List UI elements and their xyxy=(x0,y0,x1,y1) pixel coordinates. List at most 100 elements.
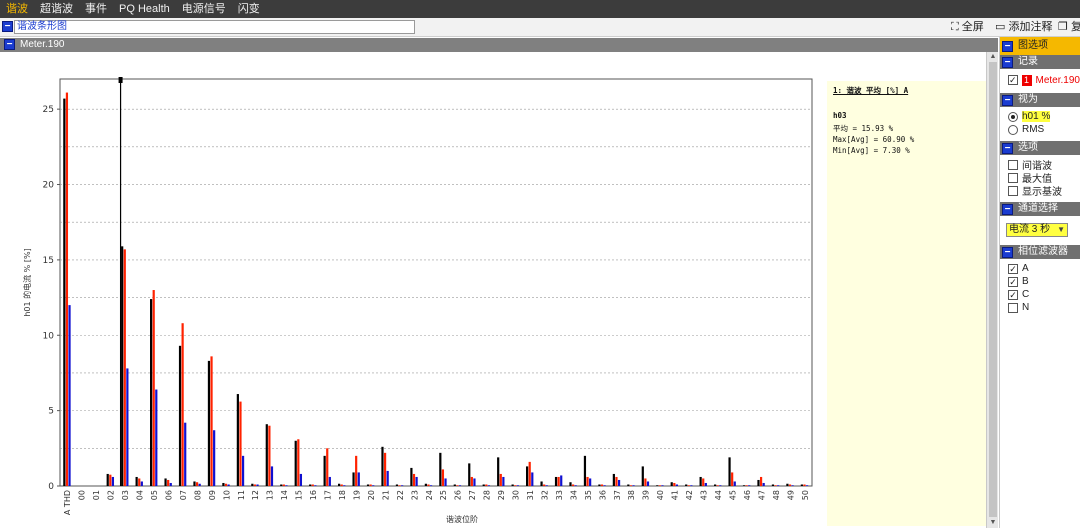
chart-title-input[interactable]: 谐波条形图 xyxy=(14,20,415,34)
bar-phase-c xyxy=(444,478,447,486)
bar-phase-b xyxy=(355,455,358,486)
bar-phase-c xyxy=(487,485,491,486)
bar-phase-c xyxy=(560,475,563,486)
bar-phase-b xyxy=(268,425,271,486)
phase-label: N xyxy=(1022,302,1030,313)
channel-section: 电流 3 秒 ▼ xyxy=(1000,216,1080,245)
phase-filter-n[interactable]: N xyxy=(1008,301,1080,314)
scroll-down-icon[interactable]: ▼ xyxy=(989,519,997,527)
bar-phase-b xyxy=(181,323,184,486)
bar-phase-b xyxy=(195,482,199,486)
bar-phase-a xyxy=(193,481,196,486)
bar-phase-c xyxy=(343,485,346,486)
phase-filter-a[interactable]: ✓ A xyxy=(1008,262,1080,275)
bar-phase-a xyxy=(309,484,312,486)
menu-item-3[interactable]: PQ Health xyxy=(113,0,176,18)
x-tick-label: 12 xyxy=(251,490,260,500)
bar-phase-c xyxy=(415,476,418,486)
phase-label: B xyxy=(1022,276,1029,287)
menu-item-1[interactable]: 超谐波 xyxy=(34,0,79,18)
phase-filter-b[interactable]: ✓ B xyxy=(1008,275,1080,288)
bar-phase-b xyxy=(702,478,705,486)
phase-filter-c[interactable]: ✓ C xyxy=(1008,288,1080,301)
info-min: Min[Avg] = 7.30 % xyxy=(833,146,910,155)
channel-section-header[interactable]: − 通道选择 xyxy=(1000,202,1080,216)
bar-phase-a xyxy=(583,455,587,486)
x-tick-label: 19 xyxy=(352,490,361,500)
x-tick-label: 48 xyxy=(772,490,781,500)
collapse-icon[interactable]: − xyxy=(1002,56,1013,68)
x-tick-label: 27 xyxy=(468,490,477,500)
harmonic-bar-chart[interactable]: 0510152025h01 的电流 % [%]谐波位阶A THD 00 01 02 03… xyxy=(0,52,826,528)
bar-phase-c xyxy=(357,472,360,486)
x-tick-label: 25 xyxy=(439,490,448,500)
x-tick-label: 50 xyxy=(801,490,810,500)
x-tick-label: 38 xyxy=(627,490,636,500)
bar-phase-b xyxy=(745,485,748,486)
view-section-header[interactable]: − 视为 xyxy=(1000,93,1080,107)
bar-phase-c xyxy=(299,473,303,486)
records-section-header[interactable]: − 记录 xyxy=(1000,55,1080,69)
bar-phase-b xyxy=(731,472,734,486)
x-tick-label: 03 xyxy=(121,490,130,500)
scrollbar-thumb[interactable] xyxy=(989,62,997,517)
vertical-scrollbar[interactable]: ▲ ▼ xyxy=(986,52,998,528)
view-option-h01[interactable]: h01 % xyxy=(1008,110,1080,123)
menu-item-5[interactable]: 闪变 xyxy=(232,0,266,18)
collapse-icon[interactable]: − xyxy=(1002,203,1013,215)
view-option-rms[interactable]: RMS xyxy=(1008,123,1080,136)
record-badge: 1 xyxy=(1021,74,1032,86)
x-tick-label: 15 xyxy=(295,490,304,500)
checkbox[interactable] xyxy=(1008,172,1018,183)
bar-phase-a xyxy=(598,484,601,486)
collapse-icon[interactable]: − xyxy=(1002,142,1013,154)
x-tick-label: 28 xyxy=(483,490,492,500)
x-tick-label: 26 xyxy=(454,490,463,500)
radio-h01[interactable] xyxy=(1008,111,1018,122)
checkbox[interactable]: ✓ xyxy=(1008,276,1018,287)
collapse-icon[interactable]: − xyxy=(1002,40,1013,52)
collapse-icon[interactable]: − xyxy=(2,21,13,32)
bar-phase-b xyxy=(456,485,459,486)
channel-select[interactable]: 电流 3 秒 ▼ xyxy=(1006,223,1068,237)
bar-phase-b xyxy=(383,452,387,486)
checkbox[interactable]: ✓ xyxy=(1008,263,1018,274)
radio-rms[interactable] xyxy=(1008,124,1018,135)
menu-item-0[interactable]: 谐波 xyxy=(0,0,34,18)
copy-button[interactable]: ❐ 复 xyxy=(1058,20,1080,34)
collapse-icon[interactable]: − xyxy=(1002,246,1013,258)
options-section-header[interactable]: − 选项 xyxy=(1000,141,1080,155)
x-tick-label: 20 xyxy=(367,490,376,500)
checkbox[interactable]: ✓ xyxy=(1008,289,1018,300)
bar-phase-a xyxy=(439,452,442,486)
records-section: ✓ 1 Meter.190 xyxy=(1000,69,1080,93)
record-item[interactable]: ✓ 1 Meter.190 xyxy=(1008,72,1080,88)
phase-filter-section-header[interactable]: − 相位滤波器 xyxy=(1000,245,1080,259)
collapse-icon[interactable]: − xyxy=(1002,94,1013,106)
add-annotation-label: 添加注释 xyxy=(1008,21,1053,33)
menu-item-4[interactable]: 电源信号 xyxy=(176,0,232,18)
record-checkbox[interactable]: ✓ xyxy=(1008,75,1018,85)
view-option-label: RMS xyxy=(1022,124,1045,135)
bar-phase-c xyxy=(241,455,245,486)
plot-frame xyxy=(59,78,813,487)
fullscreen-button[interactable]: ⛶ 全屏 xyxy=(951,20,984,34)
x-tick-label: 24 xyxy=(425,490,434,500)
collapse-icon[interactable]: − xyxy=(4,39,15,50)
bar-phase-a xyxy=(280,484,283,486)
bar-phase-c xyxy=(516,485,519,486)
scroll-up-icon[interactable]: ▲ xyxy=(989,53,997,61)
add-annotation-button[interactable]: ▭ 添加注释 xyxy=(995,20,1052,34)
sidebar-title[interactable]: − 图选项 xyxy=(1000,37,1080,55)
option-show-fundamental[interactable]: 显示基波 xyxy=(1008,184,1080,198)
checkbox[interactable] xyxy=(1008,159,1018,170)
bar-phase-b xyxy=(586,476,589,486)
bar-phase-a xyxy=(338,483,341,486)
x-tick-label: 46 xyxy=(743,490,752,500)
bar-phase-a xyxy=(366,484,370,486)
checkbox[interactable] xyxy=(1008,185,1018,196)
bar-phase-b xyxy=(123,249,126,486)
channel-select-value: 电流 3 秒 xyxy=(1009,224,1051,235)
checkbox[interactable] xyxy=(1008,302,1018,313)
menu-item-2[interactable]: 事件 xyxy=(79,0,113,18)
